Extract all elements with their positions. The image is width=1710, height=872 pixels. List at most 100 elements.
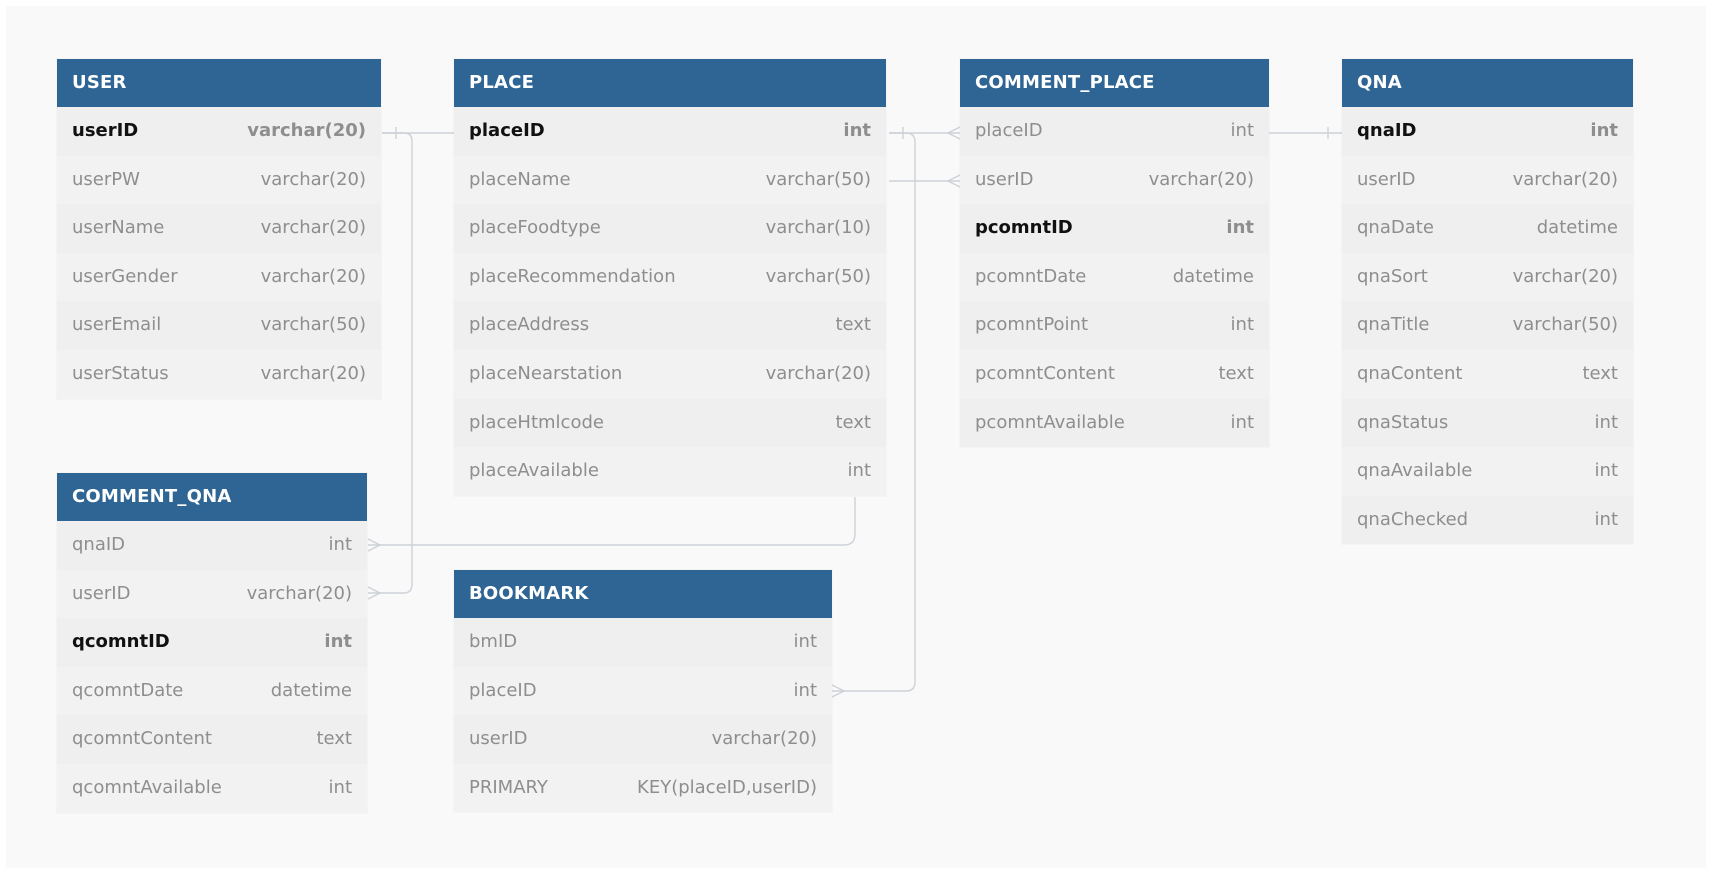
column-row[interactable]: pcomntID int [960,204,1269,253]
column-row[interactable]: placeID int [960,107,1269,156]
column-name: qnaStatus [1357,411,1449,433]
column-row[interactable]: bmID int [454,618,832,667]
column-type: int [1226,217,1254,239]
column-name: qnaAvailable [1357,460,1473,482]
column-type: text [1582,362,1618,384]
column-name: userID [975,168,1034,190]
column-row[interactable]: qnaContent text [1342,349,1633,399]
column-name: userGender [72,265,178,287]
column-row[interactable]: pcomntContent text [960,349,1269,399]
column-name: pcomntContent [975,362,1115,384]
column-type: int [1590,120,1618,141]
column-row[interactable]: pcomntDate datetime [960,252,1269,302]
column-type: int [1230,411,1254,433]
table-bookmark[interactable]: BOOKMARK bmID int placeID int userID varchar(… [454,570,832,813]
column-row[interactable]: qnaID int [1342,107,1633,156]
table-comment-qna[interactable]: COMMENT_QNA qnaID int userID varchar(20) qco… [57,473,367,813]
column-type: int [1230,314,1254,336]
table-title: COMMENT_PLACE [960,59,1269,107]
column-row[interactable]: placeFoodtype varchar(10) [454,204,886,253]
column-row[interactable]: qnaID int [57,521,367,570]
column-type: datetime [270,679,352,701]
column-name: placeHtmlcode [469,411,604,433]
column-row[interactable]: placeName varchar(50) [454,155,886,205]
column-row[interactable]: userID varchar(20) [960,155,1269,205]
column-name: qcomntID [72,631,170,653]
column-type: varchar(20) [246,582,352,604]
column-type: int [328,776,352,798]
column-type: KEY(placeID,userID) [637,776,817,798]
column-name: placeID [469,679,537,701]
column-type: varchar(10) [765,217,871,239]
column-row[interactable]: qnaChecked int [1342,496,1633,545]
column-type: varchar(50) [1512,314,1618,336]
column-row[interactable]: userStatus varchar(20) [57,349,381,399]
column-row[interactable]: qnaAvailable int [1342,447,1633,496]
column-row[interactable]: placeID int [454,107,886,156]
column-type: varchar(20) [1148,168,1254,190]
column-row[interactable]: placeAddress text [454,301,886,350]
column-type: int [793,679,817,701]
table-user[interactable]: USER userID varchar(20) userPW varchar(20) u… [57,59,381,399]
column-row[interactable]: placeAvailable int [454,447,886,496]
column-row[interactable]: userID varchar(20) [57,107,381,156]
column-name: qcomntDate [72,679,184,701]
column-row[interactable]: qcomntContent text [57,715,367,764]
column-row[interactable]: pcomntAvailable int [960,399,1269,448]
column-type: int [1594,411,1618,433]
column-row[interactable]: qnaSort varchar(20) [1342,252,1633,302]
column-row[interactable]: userID varchar(20) [57,569,367,619]
column-name: userID [469,728,528,750]
column-row[interactable]: userID varchar(20) [454,715,832,764]
column-type: varchar(20) [1512,168,1618,190]
column-row[interactable]: qcomntAvailable int [57,763,367,813]
column-type: int [328,534,352,555]
table-place[interactable]: PLACE placeID int placeName varchar(50) plac… [454,59,886,496]
column-type: varchar(20) [260,168,366,190]
column-row[interactable]: placeID int [454,666,832,716]
column-name: qnaSort [1357,265,1428,287]
column-row[interactable]: userID varchar(20) [1342,155,1633,205]
column-name: placeName [469,168,571,190]
column-name: placeID [469,120,545,141]
table-comment-place[interactable]: COMMENT_PLACE placeID int userID varchar(20… [960,59,1269,448]
table-title: BOOKMARK [454,570,832,618]
column-name: placeAddress [469,314,590,336]
column-name: qcomntContent [72,728,212,750]
column-name: placeID [975,120,1043,141]
column-type: varchar(50) [765,265,871,287]
column-type: int [793,631,817,652]
column-type: varchar(20) [1512,265,1618,287]
column-type: varchar(50) [765,168,871,190]
column-type: int [843,120,871,141]
column-name: qnaID [72,534,126,555]
column-name: qnaID [1357,120,1417,141]
column-type: datetime [1536,217,1618,239]
column-type: varchar(20) [765,362,871,384]
column-row[interactable]: qnaStatus int [1342,399,1633,448]
column-name: qnaDate [1357,217,1434,239]
column-name: pcomntID [975,217,1073,239]
column-row[interactable]: userGender varchar(20) [57,252,381,302]
column-row[interactable]: qnaTitle varchar(50) [1342,301,1633,350]
column-row[interactable]: userEmail varchar(50) [57,301,381,350]
column-row[interactable]: pcomntPoint int [960,301,1269,350]
column-row[interactable]: qcomntDate datetime [57,666,367,716]
column-name: userStatus [72,362,169,384]
table-qna[interactable]: QNA qnaID int userID varchar(20) qnaDate date… [1342,59,1633,545]
column-name: userEmail [72,314,162,336]
column-name: userID [72,120,139,141]
column-type: text [1218,362,1254,384]
column-name: placeFoodtype [469,217,601,239]
column-row[interactable]: qnaDate datetime [1342,204,1633,253]
column-name: pcomntAvailable [975,411,1125,433]
column-row[interactable]: userPW varchar(20) [57,155,381,205]
column-row[interactable]: qcomntID int [57,618,367,667]
column-type: int [1594,508,1618,530]
column-row[interactable]: placeNearstation varchar(20) [454,349,886,399]
column-row[interactable]: userName varchar(20) [57,204,381,253]
column-row[interactable]: placeRecommendation varchar(50) [454,252,886,302]
column-row[interactable]: PRIMARY KEY(placeID,userID) [454,763,832,813]
column-type: text [835,314,871,336]
column-row[interactable]: placeHtmlcode text [454,399,886,448]
